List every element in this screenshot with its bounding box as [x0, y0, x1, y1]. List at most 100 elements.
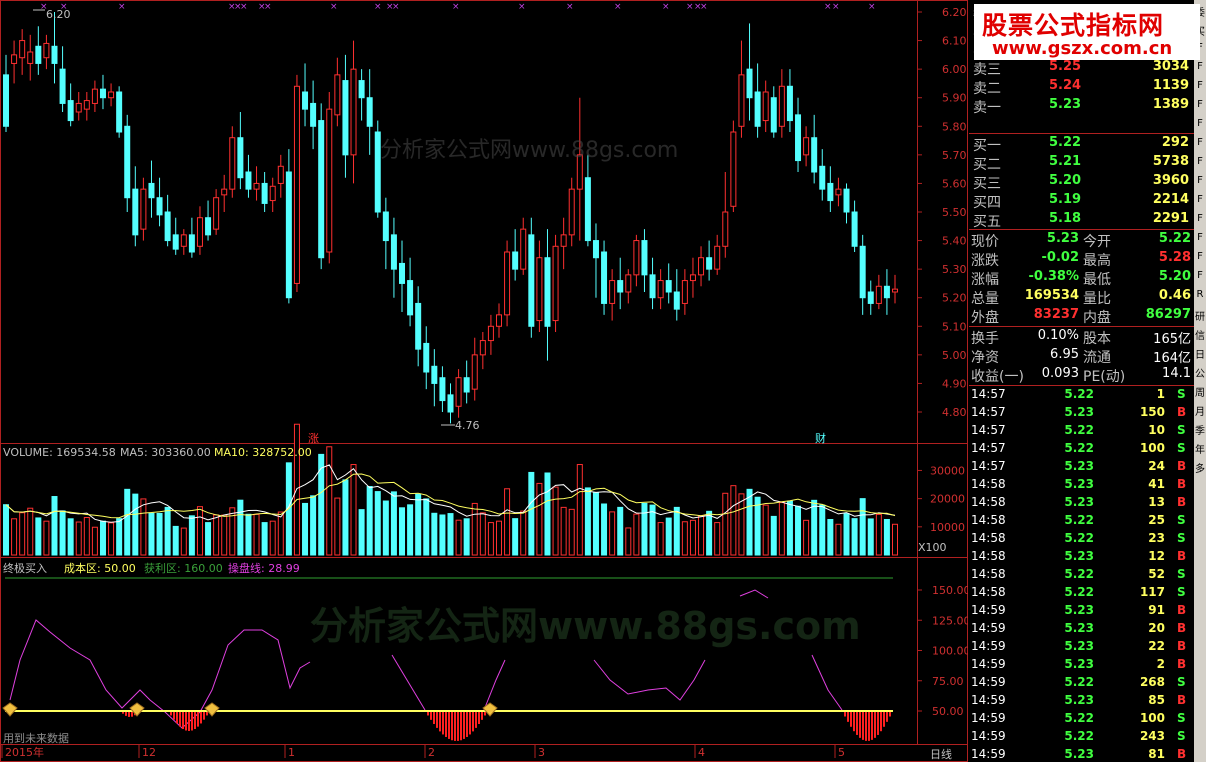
bid-label: 买一 [973, 138, 1001, 154]
volume-bar [584, 487, 591, 556]
zhang-marker[interactable]: 涨 [308, 430, 319, 446]
candle-body [3, 74, 9, 127]
candle-body [285, 171, 292, 299]
candle-body [714, 245, 721, 270]
candle-body [277, 165, 284, 184]
bid-volume: 5738 [1152, 154, 1189, 169]
volume-bar [609, 511, 616, 556]
side-toolbar-item[interactable]: 信 [1194, 327, 1206, 342]
candle-body [188, 234, 195, 253]
stat-value: 5.28 [1158, 250, 1191, 265]
chart-area[interactable]: 6.20 6.10 6.00 5.90 5.80 5.70 5.60 5.50 5.40 5.30… [0, 0, 968, 762]
side-toolbar-item[interactable]: 周 [1194, 384, 1206, 399]
candle-body [172, 234, 179, 250]
stat-label: 最高 [1083, 253, 1111, 269]
side-toolbar-item[interactable]: F [1194, 270, 1206, 281]
side-toolbar-item[interactable]: F [1194, 99, 1206, 110]
volume-bar [229, 507, 236, 556]
volume-bar [326, 446, 333, 556]
tick-volume: 150 [1139, 405, 1165, 419]
side-toolbar[interactable]: 委买FFFFFFFFFFFFFR研信日公周月季年多 [1194, 0, 1206, 762]
volume-bar [714, 522, 721, 556]
side-toolbar-item[interactable]: 日 [1194, 346, 1206, 361]
tick-volume: 2 [1156, 657, 1165, 671]
time-tick-label: 1 [288, 746, 295, 759]
volume-bar [495, 520, 502, 556]
tick-time: 14:57 [971, 387, 1006, 401]
price-high-marker: 6.20 [46, 8, 71, 21]
top-marker: × [662, 2, 670, 12]
volume-bar [681, 521, 688, 556]
volume-bar [382, 500, 389, 556]
candle-body [253, 182, 260, 190]
side-toolbar-item[interactable]: F [1194, 156, 1206, 167]
volume-bar [172, 525, 179, 556]
top-marker: × [392, 2, 400, 12]
tick-volume: 23 [1148, 531, 1165, 545]
cai-marker[interactable]: 财 [815, 430, 826, 446]
stat-label: 最低 [1083, 272, 1111, 288]
side-toolbar-item[interactable]: 公 [1194, 365, 1206, 380]
side-toolbar-item[interactable]: F [1194, 213, 1206, 224]
candle-body [698, 257, 705, 276]
candle-body [641, 240, 648, 276]
candle-body [132, 188, 139, 236]
tick-price: 5.22 [1064, 423, 1094, 437]
top-marker: × [240, 2, 248, 12]
candle-body [11, 54, 18, 64]
side-toolbar-item[interactable]: 研 [1194, 308, 1206, 323]
candle-body [495, 314, 502, 327]
volume-bar [819, 504, 826, 556]
stat-value: 5.22 [1158, 231, 1191, 246]
side-toolbar-item[interactable]: F [1194, 175, 1206, 186]
side-toolbar-item[interactable]: 年 [1194, 441, 1206, 456]
side-toolbar-item[interactable]: F [1194, 61, 1206, 72]
volume-bar [722, 492, 729, 556]
candle-body [504, 251, 511, 316]
tick-price: 5.22 [1064, 675, 1094, 689]
side-toolbar-item[interactable]: 月 [1194, 403, 1206, 418]
volume-bar [59, 510, 66, 556]
volume-bar [730, 485, 737, 556]
side-toolbar-item[interactable]: F [1194, 194, 1206, 205]
quote-panel: 委卖五卖四5.261854卖三5.253034卖二5.241139卖一5.231… [969, 0, 1194, 762]
side-toolbar-item[interactable]: F [1194, 118, 1206, 129]
volume-bar [407, 504, 414, 556]
side-toolbar-item[interactable]: F [1194, 137, 1206, 148]
side-toolbar-item[interactable]: R [1194, 289, 1206, 300]
volume-bar [334, 497, 341, 556]
tick-time: 14:58 [971, 585, 1006, 599]
volume-bar [261, 522, 268, 556]
candle-body [221, 188, 228, 196]
candle-body [584, 177, 591, 242]
buy-signal-icon [2, 702, 18, 717]
tick-time: 14:58 [971, 495, 1006, 509]
stat-label: 涨跌 [971, 253, 999, 269]
candle-body [293, 85, 300, 284]
top-marker: × [452, 2, 460, 12]
tick-time: 14:59 [971, 675, 1006, 689]
bid-volume: 3960 [1152, 173, 1189, 188]
tick-volume: 85 [1148, 693, 1165, 707]
side-toolbar-item[interactable]: 多 [1194, 460, 1206, 475]
tick-price: 5.22 [1064, 531, 1094, 545]
candle-body [762, 91, 769, 122]
volume-bar [423, 498, 430, 556]
bid-price: 5.19 [1049, 192, 1082, 207]
candle-body [883, 285, 890, 299]
candle-body [520, 228, 527, 270]
volume-bar [277, 511, 284, 556]
ask-volume: 3034 [1152, 59, 1189, 74]
bid-label: 买四 [973, 195, 1001, 211]
candle-body [843, 188, 850, 213]
side-toolbar-item[interactable]: 季 [1194, 422, 1206, 437]
candle-body [326, 108, 333, 253]
side-toolbar-item[interactable]: F [1194, 232, 1206, 243]
volume-header-ma10: MA10: 328752.00 [214, 446, 312, 459]
side-toolbar-item[interactable]: F [1194, 251, 1206, 262]
period-label[interactable]: 日线 [930, 746, 952, 762]
candle-body [536, 257, 543, 322]
side-toolbar-item[interactable]: F [1194, 80, 1206, 91]
volume-bar [778, 502, 785, 556]
tick-price: 5.23 [1064, 657, 1094, 671]
